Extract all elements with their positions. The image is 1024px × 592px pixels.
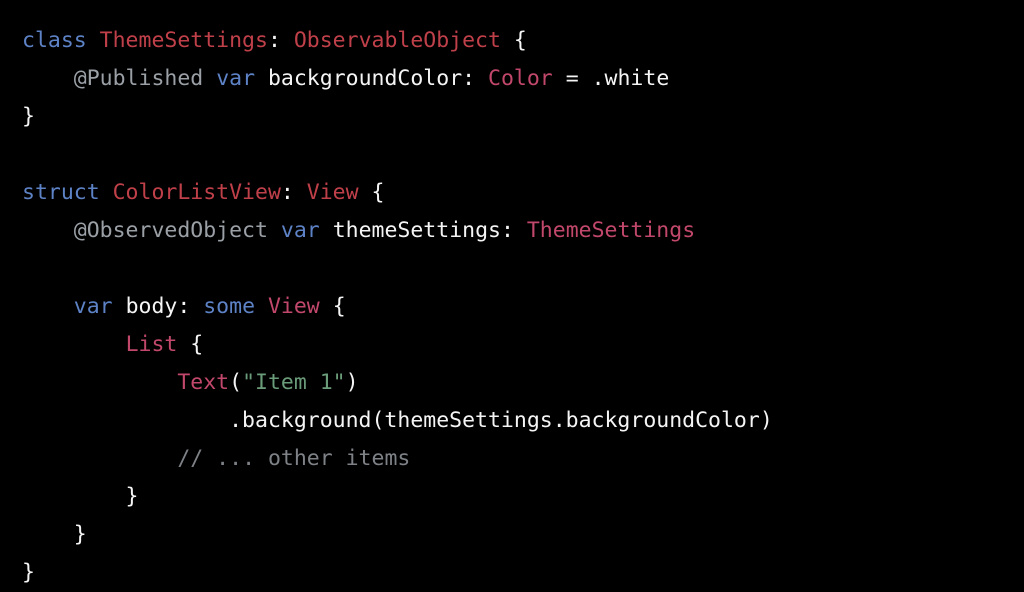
- code-token-plain: themeSettings:: [319, 218, 527, 243]
- code-token-plain: ): [345, 370, 359, 395]
- code-token-plain: }: [22, 484, 139, 509]
- code-token-plain: :: [280, 180, 307, 205]
- code-token-type: ThemeSettings: [99, 28, 268, 53]
- code-token-plain: {: [358, 180, 385, 205]
- code-token-keyword: var: [216, 66, 256, 91]
- code-line: }: [22, 516, 1024, 554]
- code-token-plain: {: [319, 294, 346, 319]
- code-token-plain: }: [22, 104, 35, 129]
- code-token-type_alt: List: [125, 332, 178, 357]
- code-token-plain: {: [500, 28, 527, 53]
- code-token-type: View: [306, 180, 359, 205]
- code-line: }: [22, 98, 1024, 136]
- code-token-plain: (: [229, 370, 243, 395]
- code-line: @Published var backgroundColor: Color = …: [22, 60, 1024, 98]
- code-line: class ThemeSettings: ObservableObject {: [22, 22, 1024, 60]
- code-token-type: ObservableObject: [293, 28, 501, 53]
- code-line: // ... other items: [22, 440, 1024, 478]
- code-token-plain: .background(themeSettings.backgroundColo…: [22, 408, 773, 433]
- code-token-attribute: @ObservedObject: [73, 218, 268, 243]
- code-token-type_alt: Color: [488, 66, 553, 91]
- code-token-plain: }: [22, 522, 87, 547]
- code-token-type_alt: Text: [177, 370, 230, 395]
- code-editor-surface[interactable]: class ThemeSettings: ObservableObject { …: [0, 0, 1024, 592]
- code-token-string: "Item 1": [242, 370, 346, 395]
- code-token-type: ColorListView: [112, 180, 281, 205]
- code-token-plain: backgroundColor:: [255, 66, 489, 91]
- code-token-plain: }: [22, 560, 35, 585]
- code-token-plain: {: [177, 332, 204, 357]
- code-token-keyword: some: [203, 294, 256, 319]
- code-line: var body: some View {: [22, 288, 1024, 326]
- code-token-keyword: struct: [22, 180, 113, 205]
- code-line: }: [22, 554, 1024, 592]
- code-token-plain: :: [267, 28, 294, 53]
- code-line: }: [22, 478, 1024, 516]
- code-token-type_alt: ThemeSettings: [526, 218, 696, 243]
- code-token-attribute: @Published: [73, 66, 204, 91]
- code-token-type_alt: View: [267, 294, 320, 319]
- code-token-keyword: var: [280, 218, 320, 243]
- code-line: .background(themeSettings.backgroundColo…: [22, 402, 1024, 440]
- code-token-plain: body:: [112, 294, 204, 319]
- code-line: @ObservedObject var themeSettings: Theme…: [22, 212, 1024, 250]
- code-token-keyword: var: [73, 294, 113, 319]
- code-line: struct ColorListView: View {: [22, 174, 1024, 212]
- code-token-plain: = .white: [552, 66, 670, 91]
- code-token-keyword: class: [22, 28, 100, 53]
- code-line: Text("Item 1"): [22, 364, 1024, 402]
- code-token-comment: // ... other items: [177, 446, 411, 471]
- code-line: List {: [22, 326, 1024, 364]
